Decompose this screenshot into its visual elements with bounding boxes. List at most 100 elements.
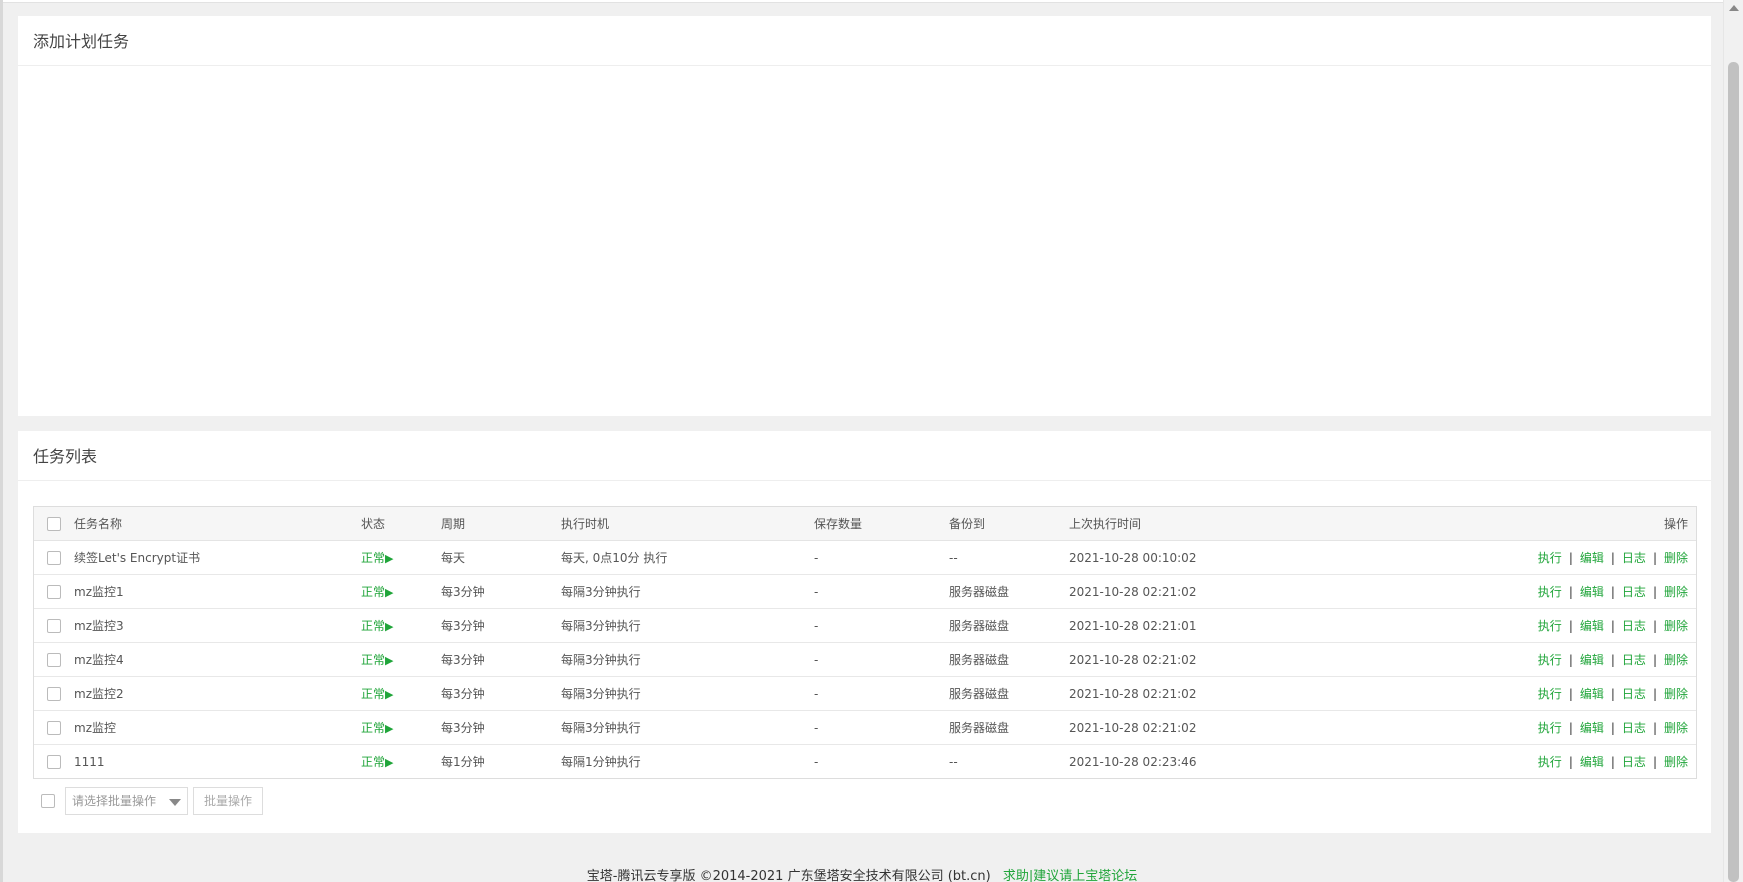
chevron-down-icon xyxy=(169,799,181,806)
play-icon: ▶ xyxy=(385,722,394,735)
col-last-run: 上次执行时间 xyxy=(1069,507,1369,541)
task-name: mz监控1 xyxy=(74,574,361,609)
task-last-run: 2021-10-28 02:21:02 xyxy=(1069,710,1369,745)
task-keep-count: - xyxy=(814,574,949,609)
batch-action-button[interactable]: 批量操作 xyxy=(193,787,264,815)
task-status[interactable]: 正常▶ xyxy=(361,642,441,677)
run-link[interactable]: 执行 xyxy=(1538,721,1562,735)
delete-link[interactable]: 删除 xyxy=(1664,755,1688,769)
log-link[interactable]: 日志 xyxy=(1622,585,1646,599)
row-checkbox[interactable] xyxy=(47,550,61,565)
footer: 宝塔-腾讯云专享版 ©2014-2021 广东堡塔安全技术有限公司 (bt.cn… xyxy=(0,865,1724,882)
scroll-up-icon[interactable] xyxy=(1729,5,1739,11)
separator: | xyxy=(1610,721,1615,735)
task-timing: 每隔3分钟执行 xyxy=(561,676,814,711)
task-actions: 执行 | 编辑 | 日志 | 删除 xyxy=(1369,710,1696,745)
row-checkbox[interactable] xyxy=(47,618,61,633)
separator: | xyxy=(1568,551,1573,565)
log-link[interactable]: 日志 xyxy=(1622,551,1646,565)
run-link[interactable]: 执行 xyxy=(1538,619,1562,633)
play-icon: ▶ xyxy=(385,620,394,633)
status-label: 正常 xyxy=(361,585,386,599)
separator: | xyxy=(1568,619,1573,633)
log-link[interactable]: 日志 xyxy=(1622,687,1646,701)
edit-link[interactable]: 编辑 xyxy=(1580,755,1604,769)
task-actions: 执行 | 编辑 | 日志 | 删除 xyxy=(1369,540,1696,575)
delete-link[interactable]: 删除 xyxy=(1664,687,1688,701)
row-checkbox[interactable] xyxy=(47,584,61,599)
table-row: mz监控4 正常▶ 每3分钟 每隔3分钟执行 - 服务器磁盘 2021-10-28 02:2… xyxy=(34,642,1696,677)
log-link[interactable]: 日志 xyxy=(1622,721,1646,735)
task-actions: 执行 | 编辑 | 日志 | 删除 xyxy=(1369,745,1696,779)
delete-link[interactable]: 删除 xyxy=(1664,619,1688,633)
row-checkbox[interactable] xyxy=(47,686,61,701)
edit-link[interactable]: 编辑 xyxy=(1580,551,1604,565)
batch-action-select[interactable]: 请选择批量操作 xyxy=(65,787,188,815)
separator: | xyxy=(1652,619,1657,633)
select-all-checkbox[interactable] xyxy=(47,516,61,531)
run-link[interactable]: 执行 xyxy=(1538,755,1562,769)
task-name: 续签Let's Encrypt证书 xyxy=(74,540,361,575)
run-link[interactable]: 执行 xyxy=(1538,653,1562,667)
add-task-panel: 添加计划任务 xyxy=(18,16,1711,416)
status-label: 正常 xyxy=(361,551,386,565)
task-name: mz监控 xyxy=(74,710,361,745)
edit-link[interactable]: 编辑 xyxy=(1580,721,1604,735)
table-row: mz监控2 正常▶ 每3分钟 每隔3分钟执行 - 服务器磁盘 2021-10-28 02:2… xyxy=(34,676,1696,711)
col-cycle: 周期 xyxy=(441,507,561,541)
task-cycle: 每3分钟 xyxy=(441,574,561,609)
scrollbar-thumb[interactable] xyxy=(1728,62,1739,882)
delete-link[interactable]: 删除 xyxy=(1664,721,1688,735)
row-checkbox[interactable] xyxy=(47,754,61,769)
task-status[interactable]: 正常▶ xyxy=(361,608,441,643)
col-backup-to: 备份到 xyxy=(949,507,1069,541)
footer-forum-link[interactable]: 求助|建议请上宝塔论坛 xyxy=(1003,869,1137,882)
run-link[interactable]: 执行 xyxy=(1538,585,1562,599)
task-keep-count: - xyxy=(814,642,949,677)
separator: | xyxy=(1610,585,1615,599)
delete-link[interactable]: 删除 xyxy=(1664,653,1688,667)
row-checkbox[interactable] xyxy=(47,720,61,735)
table-row: 续签Let's Encrypt证书 正常▶ 每天 每天, 0点10分 执行 - -- 202… xyxy=(34,540,1696,575)
task-status[interactable]: 正常▶ xyxy=(361,574,441,609)
task-status[interactable]: 正常▶ xyxy=(361,676,441,711)
separator: | xyxy=(1652,585,1657,599)
task-list-panel: 任务列表 任务名称 状态 周期 执行时机 保存数量 备份到 上次执行时间 操作 xyxy=(18,431,1711,833)
play-icon: ▶ xyxy=(385,586,394,599)
task-last-run: 2021-10-28 02:21:02 xyxy=(1069,574,1369,609)
log-link[interactable]: 日志 xyxy=(1622,755,1646,769)
task-keep-count: - xyxy=(814,710,949,745)
separator: | xyxy=(1610,619,1615,633)
edit-link[interactable]: 编辑 xyxy=(1580,619,1604,633)
task-name: mz监控2 xyxy=(74,676,361,711)
edit-link[interactable]: 编辑 xyxy=(1580,653,1604,667)
task-status[interactable]: 正常▶ xyxy=(361,540,441,575)
edit-link[interactable]: 编辑 xyxy=(1580,687,1604,701)
task-backup-to: -- xyxy=(949,754,958,769)
left-border xyxy=(0,0,3,882)
log-link[interactable]: 日志 xyxy=(1622,653,1646,667)
task-status[interactable]: 正常▶ xyxy=(361,710,441,745)
separator: | xyxy=(1610,653,1615,667)
separator: | xyxy=(1652,687,1657,701)
task-status[interactable]: 正常▶ xyxy=(361,745,441,779)
task-last-run: 2021-10-28 02:21:02 xyxy=(1069,642,1369,677)
task-keep-count: - xyxy=(814,540,949,575)
task-timing: 每隔3分钟执行 xyxy=(561,574,814,609)
scrollbar[interactable] xyxy=(1723,0,1743,882)
table-row: mz监控1 正常▶ 每3分钟 每隔3分钟执行 - 服务器磁盘 2021-10-28 02:2… xyxy=(34,574,1696,609)
table-header-row: 任务名称 状态 周期 执行时机 保存数量 备份到 上次执行时间 操作 xyxy=(34,507,1696,541)
row-checkbox[interactable] xyxy=(47,652,61,667)
edit-link[interactable]: 编辑 xyxy=(1580,585,1604,599)
delete-link[interactable]: 删除 xyxy=(1664,585,1688,599)
task-actions: 执行 | 编辑 | 日志 | 删除 xyxy=(1369,642,1696,677)
delete-link[interactable]: 删除 xyxy=(1664,551,1688,565)
log-link[interactable]: 日志 xyxy=(1622,619,1646,633)
task-cycle: 每天 xyxy=(441,540,561,575)
batch-select-all-checkbox[interactable] xyxy=(41,794,55,808)
task-timing: 每隔3分钟执行 xyxy=(561,642,814,677)
run-link[interactable]: 执行 xyxy=(1538,551,1562,565)
run-link[interactable]: 执行 xyxy=(1538,687,1562,701)
separator: | xyxy=(1652,551,1657,565)
separator: | xyxy=(1568,653,1573,667)
